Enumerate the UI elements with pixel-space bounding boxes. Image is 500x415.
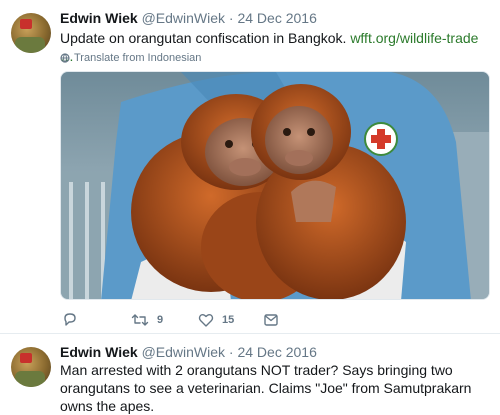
reply-button[interactable] [62, 312, 86, 328]
tweet-photo[interactable] [60, 71, 490, 300]
tweet-actions: 9 15 [60, 312, 360, 328]
avatar-body [15, 371, 45, 387]
tweet-date[interactable]: 24 Dec 2016 [237, 10, 316, 26]
user-name[interactable]: Edwin Wiek [60, 10, 138, 26]
direct-message-button[interactable] [263, 312, 279, 328]
user-handle[interactable]: @EdwinWiek [142, 344, 225, 360]
tweet-header: Edwin Wiek @EdwinWiek · 24 Dec 2016 [60, 343, 317, 361]
heart-icon [198, 314, 214, 327]
tweet-date[interactable]: 24 Dec 2016 [237, 344, 316, 360]
tweet[interactable]: Edwin Wiek @EdwinWiek · 24 Dec 2016 Man … [0, 333, 500, 414]
globe-icon [60, 53, 70, 63]
reply-icon [64, 313, 76, 326]
like-button[interactable]: 15 [198, 312, 234, 328]
retweet-icon [131, 314, 149, 326]
avatar-badge [20, 353, 32, 363]
avatar[interactable] [11, 13, 51, 53]
tweet-header: Edwin Wiek @EdwinWiek · 24 Dec 2016 [60, 9, 317, 27]
user-name[interactable]: Edwin Wiek [60, 344, 138, 360]
user-handle[interactable]: @EdwinWiek [142, 10, 225, 26]
like-count: 15 [222, 314, 235, 326]
tweet-body: Update on orangutan confiscation in Bang… [60, 30, 347, 46]
retweet-count: 9 [157, 314, 164, 326]
avatar-body [15, 37, 45, 53]
retweet-button[interactable]: 9 [131, 312, 163, 328]
avatar[interactable] [11, 347, 51, 387]
separator-dot: · [228, 10, 234, 26]
translate-link[interactable]: Translate from Indonesian [60, 51, 201, 65]
tweet-body: Man arrested with 2 orangutans NOT trade… [60, 362, 472, 414]
envelope-icon [264, 314, 278, 326]
orangutan-photo [61, 72, 489, 299]
tweet[interactable]: Edwin Wiek @EdwinWiek · 24 Dec 2016 Upda… [0, 0, 500, 333]
tweet-text: Man arrested with 2 orangutans NOT trade… [60, 361, 490, 415]
translate-label: Translate from Indonesian [74, 52, 202, 64]
separator-dot: · [228, 344, 234, 360]
avatar-badge [20, 19, 32, 29]
